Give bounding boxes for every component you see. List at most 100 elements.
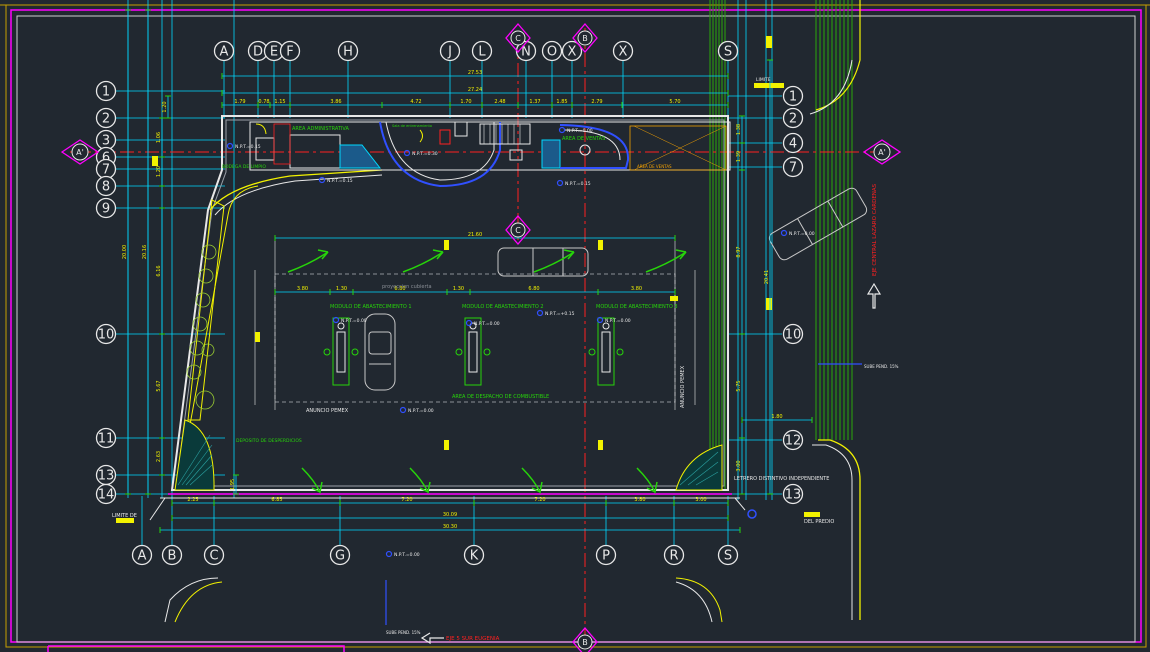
level-text-5: N.P.T.=0.00 (341, 318, 367, 324)
dim-canopy-seg-1-text: 1.30 (336, 286, 347, 292)
dim-bottom-seg-0-text: 2.25 (187, 497, 198, 503)
axis-bubble-right-12-label: 12 (785, 434, 802, 449)
label-eje-carretera: EJE CENTRAL LAZARO CARDENAS (872, 183, 878, 276)
dim-top-seg-7-text: 1.37 (529, 99, 540, 105)
axis-bubble-left-1-label: 1 (102, 85, 110, 100)
dim-top-seg-6-text: 2.48 (494, 99, 505, 105)
axis-bubble-bottom-s-7-label: S (724, 549, 732, 564)
axis-bubble-right-2-label: 2 (789, 112, 797, 127)
axis-bubble-bottom-b-1: B (161, 544, 183, 566)
label-area-admin: AREA ADMINISTRATIVA (292, 126, 349, 132)
axis-bubble-left-9: 9 (95, 197, 117, 219)
axis-bubble-left-14: 14 (95, 483, 117, 505)
section-label-b-bottom: B (582, 638, 588, 647)
label-anuncio-pemex-vertical: ANUNCIO PEMEX (680, 365, 686, 408)
level-text-4: N.P.T.=0.00 (789, 231, 815, 237)
axis-bubble-right-13-label: 13 (785, 488, 802, 503)
axis-bubble-right-13: 13 (782, 483, 804, 505)
axis-bubble-right-7: 7 (782, 156, 804, 178)
axis-bubble-top-o-8-label: O (547, 45, 557, 60)
label-sala: Sala de entrenamiento (392, 124, 432, 128)
axis-bubble-bottom-c-2: C (203, 544, 225, 566)
section-label-c-mid: C (515, 226, 521, 235)
dim-left-7-text: 2.63 (156, 451, 162, 462)
axis-bubble-top-h-4: H (337, 40, 359, 62)
axis-bubble-bottom-s-7: S (717, 544, 739, 566)
dim-left-2-text: 1.20 (162, 101, 168, 112)
architectural-floor-plan: N.P.T.=0.15 N.P.T.=0.30 N.P.T.=0.15 N.P.T.=… (0, 0, 1150, 652)
label-bodega: BODEGA DE LIMPIO (222, 164, 266, 170)
axis-bubble-bottom-p-5: P (595, 544, 617, 566)
label-modulo-3: MODULO DE ABASTECIMIENTO 3 (596, 304, 678, 310)
dim-bottom-seg-4-text: 3.80 (634, 497, 645, 503)
level-text-6: N.P.T.=0.00 (474, 321, 500, 327)
dim-top-seg-3-text: 3.86 (330, 99, 341, 105)
axis-bubble-bottom-k-4: K (463, 544, 485, 566)
label-del-predio: DEL PREDIO (804, 519, 834, 525)
label-area-vent-small: AREA DE VENTAS (637, 164, 672, 169)
label-canopy: proyeccion cubierta (382, 284, 432, 290)
dim-canopy-width-text: 21.60 (468, 232, 482, 238)
level-text-11: N.P.T.=0.00 (567, 128, 593, 134)
dim-right-3-text: 20.41 (764, 270, 770, 284)
axis-bubble-left-3-label: 3 (102, 134, 110, 149)
dim-top-seg-9-text: 2.79 (591, 99, 602, 105)
label-letrero: LETRERO DISTINTIVO INDEPENDIENTE (734, 476, 829, 482)
axis-bubble-left-1: 1 (95, 80, 117, 102)
axis-bubble-top-l-6-label: L (478, 45, 486, 60)
dim-right-1-text: 1.39 (736, 151, 742, 162)
axis-bubble-left-11-label: 11 (98, 432, 115, 447)
dim-left-3-text: 1.06 (156, 132, 162, 143)
axis-bubble-bottom-r-6: R (663, 544, 685, 566)
axis-bubble-top-x-10: X (612, 40, 634, 62)
axis-bubble-top-l-6: L (471, 40, 493, 62)
axis-bubble-bottom-g-3-label: G (335, 549, 345, 564)
dim-right-0-text: 1.38 (736, 124, 742, 135)
axis-bubble-top-a-0: A (213, 40, 235, 62)
axis-bubble-left-2-label: 2 (102, 112, 110, 127)
dim-canopy-seg-5-text: 3.80 (631, 286, 642, 292)
axis-bubble-bottom-b-1-label: B (168, 549, 177, 564)
axis-bubble-right-2: 2 (782, 107, 804, 129)
axis-bubble-bottom-k-4-label: K (470, 549, 479, 564)
dim-left-6-text: 5.67 (156, 380, 162, 391)
axis-bubble-top-s-11: S (717, 40, 739, 62)
axis-bubble-left-13-label: 13 (98, 469, 115, 484)
axis-bubble-left-10-label: 10 (98, 328, 115, 343)
axis-bubble-right-10: 10 (782, 323, 804, 345)
axis-bubble-left-8-label: 8 (102, 180, 110, 195)
label-sube-pend-2: SUBE PEND. 15% (864, 364, 899, 369)
dim-left-1-text: 20.16 (142, 245, 148, 259)
label-modulo-2: MODULO DE ABASTECIMIENTO 2 (462, 304, 544, 310)
level-text-1: N.P.T.=0.30 (412, 151, 438, 157)
axis-bubble-top-f-3-label: F (286, 45, 293, 60)
level-text-3: N.P.T.=0.15 (565, 181, 591, 187)
axis-bubble-left-11: 11 (95, 427, 117, 449)
level-text-2: N.P.T.=0.15 (327, 178, 353, 184)
axis-bubble-left-14-label: 14 (98, 488, 115, 503)
label-modulo-1: MODULO DE ABASTECIMIENTO 1 (330, 304, 412, 310)
axis-bubble-right-7-label: 7 (789, 161, 797, 176)
dim-top-seg-5-text: 1.70 (460, 99, 471, 105)
axis-bubble-top-j-5: J (439, 40, 461, 62)
dim-top-total-2-text: 27.24 (468, 87, 482, 93)
dim-bottom-total-2-text: 30.30 (443, 524, 457, 530)
axis-bubble-top-o-8: O (541, 40, 563, 62)
axis-bubble-top-j-5-label: J (447, 45, 452, 60)
axis-bubble-top-s-11-label: S (724, 45, 732, 60)
axis-bubble-top-h-4-label: H (343, 45, 353, 60)
axis-bubble-right-4-label: 4 (789, 137, 797, 152)
axis-bubble-left-13: 13 (95, 464, 117, 486)
dim-left-5-text: 6.16 (156, 265, 162, 276)
dim-right-2-text: 8.97 (736, 246, 742, 257)
dim-canopy-seg-4-text: 6.80 (528, 286, 539, 292)
label-sube-pend: SUBE PEND. 15% (386, 630, 421, 635)
dim-top-seg-10-text: 5.70 (669, 99, 680, 105)
dim-canopy-seg-3-text: 1.30 (453, 286, 464, 292)
axis-bubble-left-8: 8 (95, 175, 117, 197)
dim-top-seg-4-text: 4.72 (410, 99, 421, 105)
dim-top-total-1-text: 27.53 (468, 70, 482, 76)
axis-bubble-top-f-3: F (279, 40, 301, 62)
level-text-7: N.P.T.=+0.15 (545, 311, 575, 317)
axis-bubble-right-1: 1 (782, 85, 804, 107)
